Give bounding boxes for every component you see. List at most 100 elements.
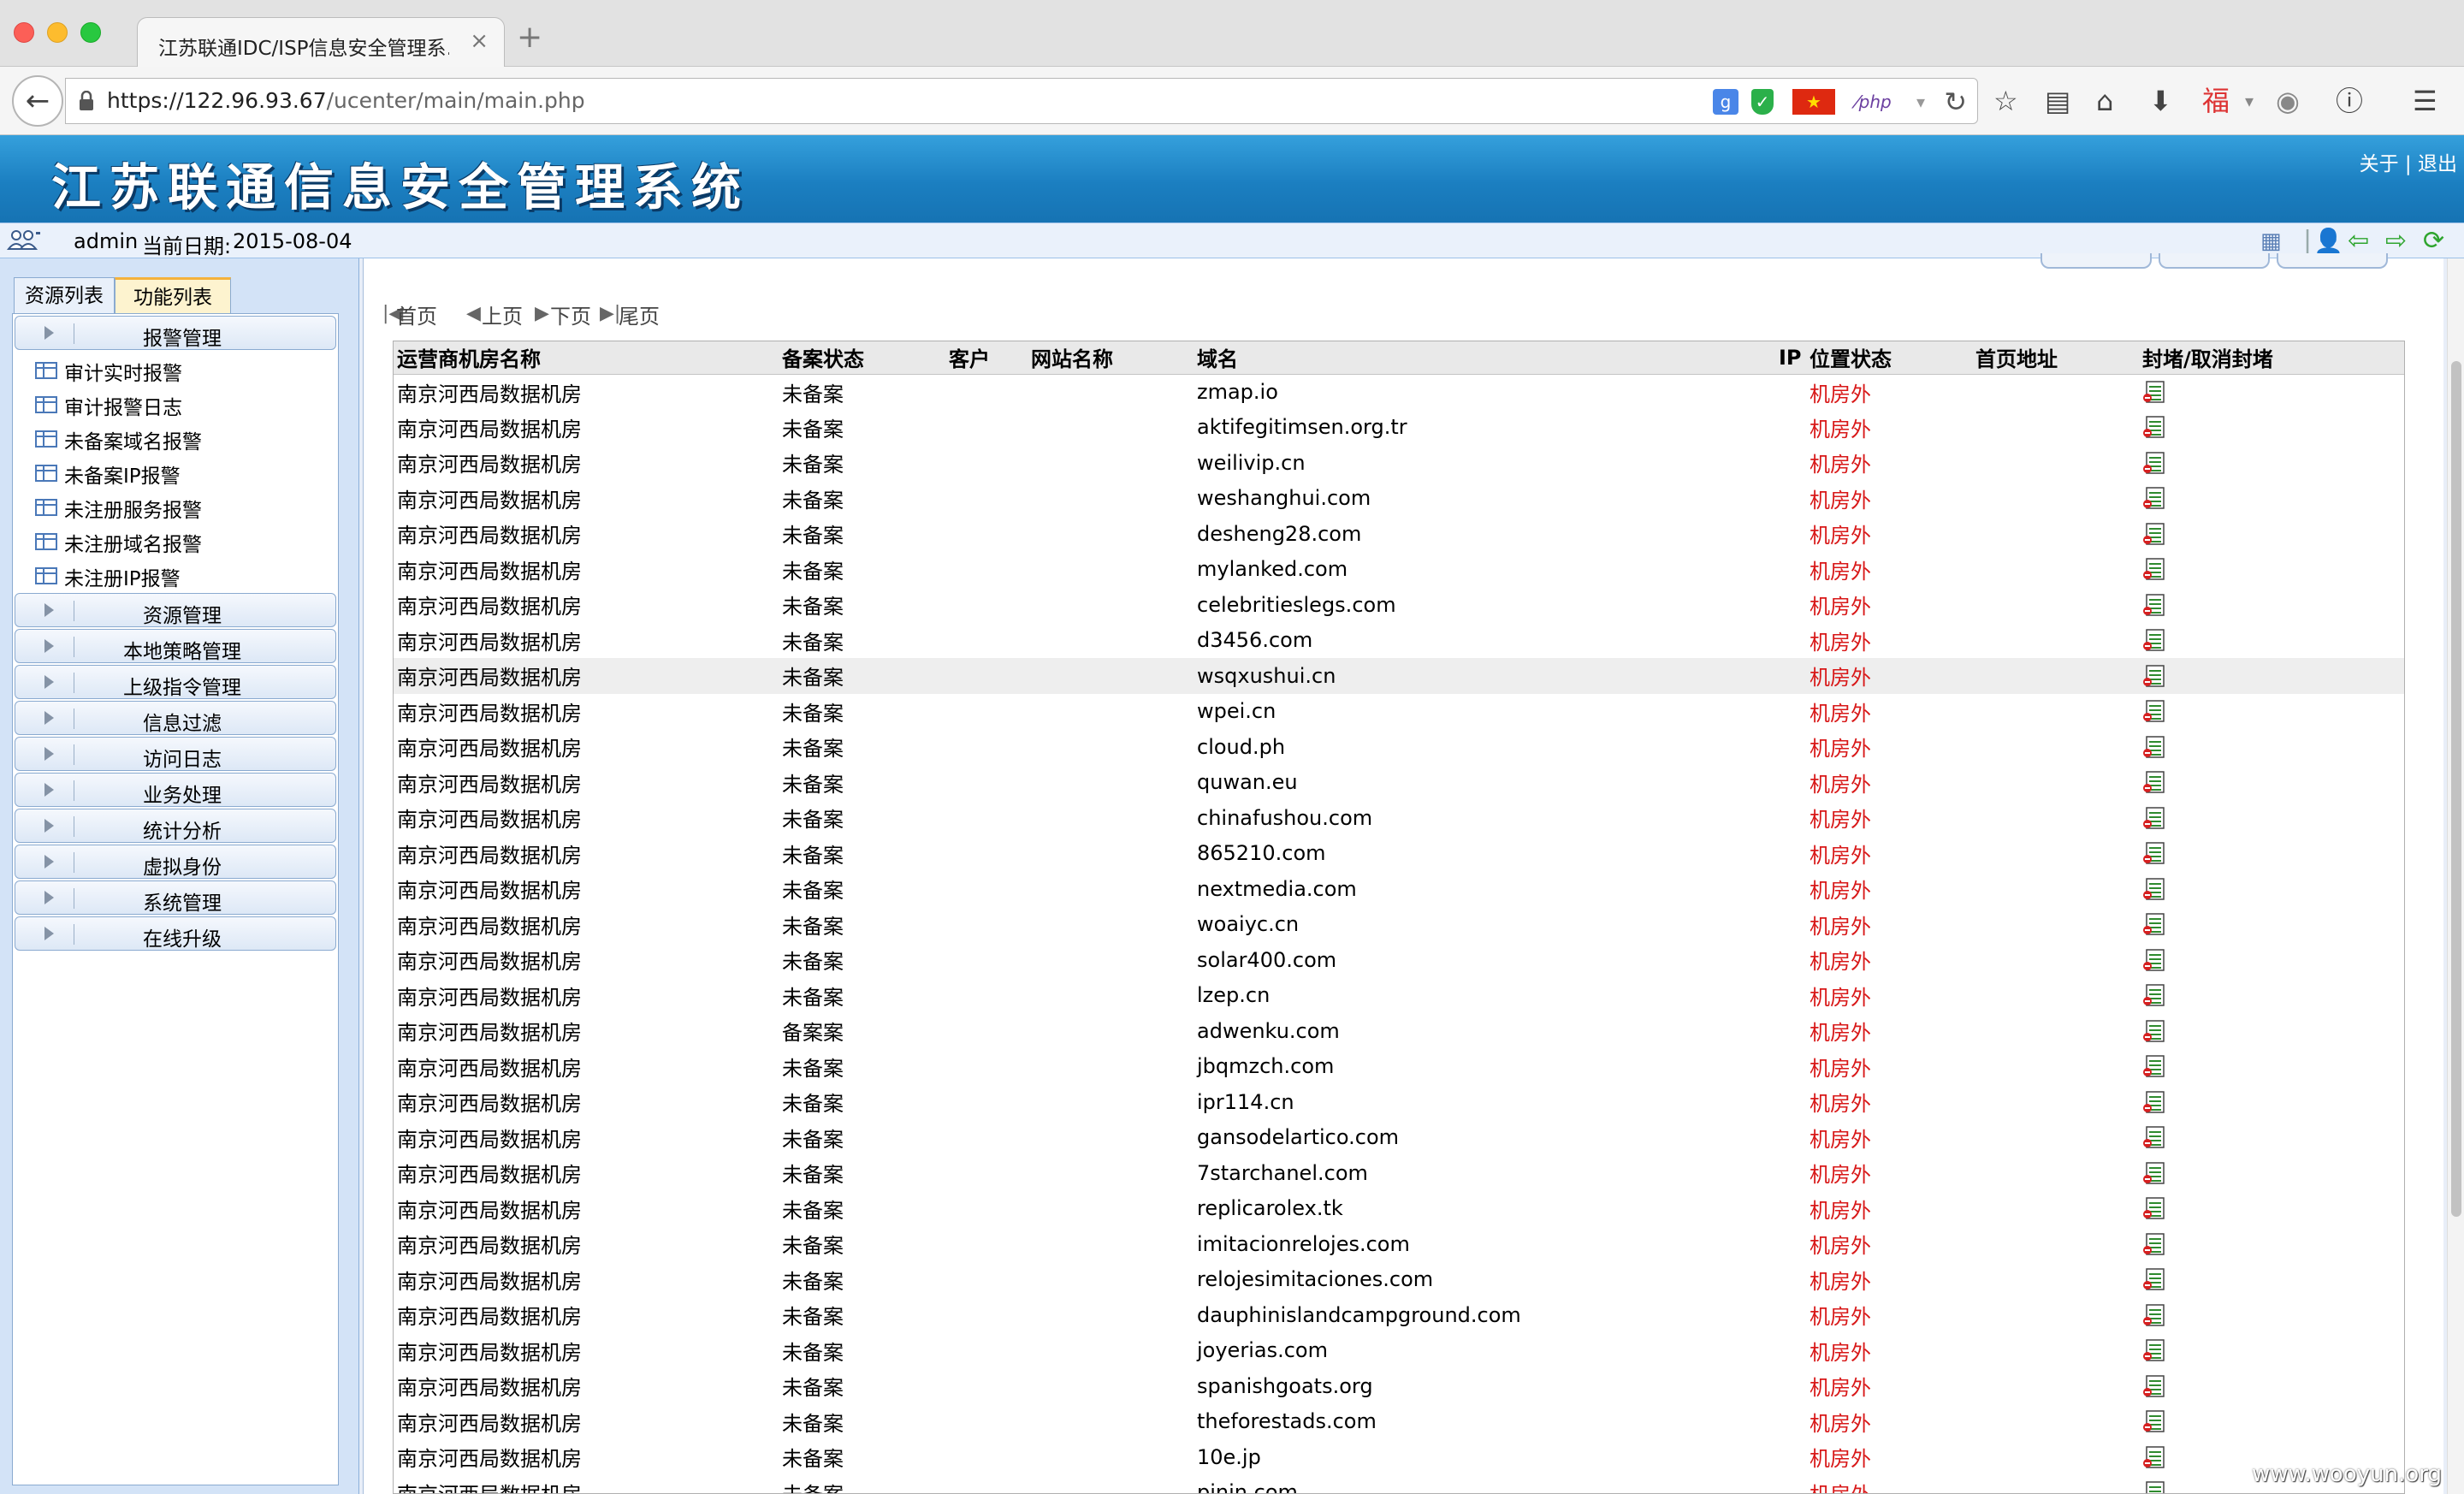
menu-group[interactable]: 本地策略管理 [15,629,336,663]
block-toggle-icon[interactable] [2142,627,2166,653]
block-toggle-icon[interactable] [2142,592,2166,618]
google-translate-icon[interactable]: g [1713,89,1738,115]
menu-hamburger-icon[interactable]: ☰ [2413,84,2437,118]
next-page-link[interactable]: 下页 [550,299,591,329]
table-row[interactable]: 南京河西局数据机房 未备案 wpei.cn 机房外 [394,694,2404,730]
column-header[interactable]: 封堵/取消封堵 [2139,341,2404,375]
menu-item[interactable]: 未注册服务报警 [13,489,338,523]
block-toggle-icon[interactable] [2142,1231,2166,1257]
menu-group[interactable]: 系统管理 [15,880,336,915]
block-toggle-icon[interactable] [2142,805,2166,831]
refresh-icon[interactable]: ⟳ [2423,227,2444,256]
column-header[interactable]: 备案状态 [779,341,945,375]
block-action-cell[interactable] [2139,942,2404,978]
block-toggle-icon[interactable] [2142,911,2166,937]
block-toggle-icon[interactable] [2142,1373,2166,1399]
table-row[interactable]: 南京河西局数据机房 未备案 quwan.eu 机房外 [394,765,2404,801]
url-text[interactable]: https://122.96.93.67/ucenter/main/main.p… [107,88,585,113]
block-action-cell[interactable] [2139,1297,2404,1333]
menu-item[interactable]: 未注册IP报警 [13,557,338,591]
reload-icon[interactable]: ↻ [1944,86,1967,118]
table-row[interactable]: 南京河西局数据机房 未备案 865210.com 机房外 [394,836,2404,872]
block-toggle-icon[interactable] [2142,379,2166,405]
block-action-cell[interactable] [2139,694,2404,730]
block-toggle-icon[interactable] [2142,1408,2166,1434]
block-toggle-icon[interactable] [2142,769,2166,795]
menu-group[interactable]: 信息过滤 [15,701,336,735]
block-toggle-icon[interactable] [2142,414,2166,440]
url-bar[interactable]: https://122.96.93.67/ucenter/main/main.p… [65,78,1978,124]
table-row[interactable]: 南京河西局数据机房 未备案 spanishgoats.org 机房外 [394,1368,2404,1404]
block-toggle-icon[interactable] [2142,1479,2166,1494]
menu-item[interactable]: 审计报警日志 [13,386,338,420]
scrollbar-thumb[interactable] [2451,361,2461,1217]
table-row[interactable]: 南京河西局数据机房 未备案 woaiyc.cn 机房外 [394,907,2404,943]
table-row[interactable]: 南京河西局数据机房 未备案 replicarolex.tk 机房外 [394,1191,2404,1227]
block-action-cell[interactable] [2139,658,2404,694]
block-action-cell[interactable] [2139,374,2404,410]
block-action-cell[interactable] [2139,1084,2404,1120]
toolbar-button-2[interactable] [2159,253,2270,269]
block-action-cell[interactable] [2139,1155,2404,1191]
php-extension-icon[interactable]: ⁄php [1844,89,1904,115]
browser-tab[interactable]: 江苏联通IDC/ISP信息安全管理系… × [137,17,505,68]
menu-group[interactable]: 业务处理 [15,773,336,807]
block-action-cell[interactable] [2139,445,2404,481]
table-row[interactable]: 南京河西局数据机房 未备案 dauphinislandcampground.com 机… [394,1297,2404,1333]
table-row[interactable]: 南京河西局数据机房 未备案 gansodelartico.com 机房外 [394,1120,2404,1156]
table-row[interactable]: 南京河西局数据机房 未备案 cloud.ph 机房外 [394,729,2404,765]
block-toggle-icon[interactable] [2142,556,2166,582]
table-row[interactable]: 南京河西局数据机房 未备案 weshanghui.com 机房外 [394,481,2404,517]
fortune-extension-icon[interactable]: 福 [2202,84,2230,118]
table-view-icon[interactable]: ▦ [2260,227,2282,256]
block-toggle-icon[interactable] [2142,1018,2166,1044]
table-row[interactable]: 南京河西局数据机房 未备案 solar400.com 机房外 [394,942,2404,978]
block-action-cell[interactable] [2139,907,2404,943]
block-toggle-icon[interactable] [2142,1089,2166,1115]
menu-group[interactable]: 虚拟身份 [15,845,336,879]
block-action-cell[interactable] [2139,1049,2404,1085]
menu-item[interactable]: 未注册域名报警 [13,523,338,557]
block-toggle-icon[interactable] [2142,1302,2166,1328]
window-zoom-button[interactable] [80,22,101,43]
block-toggle-icon[interactable] [2142,1195,2166,1221]
block-action-cell[interactable] [2139,410,2404,446]
table-row[interactable]: 南京河西局数据机房 未备案 desheng28.com 机房外 [394,516,2404,552]
user-profile-icon[interactable]: 👤 [2313,227,2343,256]
menu-group[interactable]: 资源管理 [15,593,336,627]
block-toggle-icon[interactable] [2142,450,2166,476]
column-header[interactable]: 首页地址 [1972,341,2139,375]
bookmark-star-icon[interactable]: ☆ [1993,84,2018,118]
block-toggle-icon[interactable] [2142,876,2166,902]
block-toggle-icon[interactable] [2142,840,2166,866]
block-action-cell[interactable] [2139,871,2404,907]
table-row[interactable]: 南京河西局数据机房 未备案 nextmedia.com 机房外 [394,871,2404,907]
table-row[interactable]: 南京河西局数据机房 未备案 weilivip.cn 机房外 [394,445,2404,481]
table-row[interactable]: 南京河西局数据机房 未备案 imitacionrelojes.com 机房外 [394,1226,2404,1262]
window-minimize-button[interactable] [47,22,68,43]
table-row[interactable]: 南京河西局数据机房 未备案 theforestads.com 机房外 [394,1404,2404,1440]
menu-item[interactable]: 未备案域名报警 [13,420,338,454]
window-close-button[interactable] [14,22,34,43]
column-header[interactable]: 位置状态 [1806,341,1972,375]
tab-resources[interactable]: 资源列表 [14,277,115,315]
last-page-link[interactable]: 尾页 [619,299,660,329]
block-action-cell[interactable] [2139,1404,2404,1440]
block-toggle-icon[interactable] [2142,1337,2166,1363]
block-action-cell[interactable] [2139,587,2404,623]
block-toggle-icon[interactable] [2142,521,2166,547]
block-action-cell[interactable] [2139,1368,2404,1404]
table-row[interactable]: 南京河西局数据机房 未备案 jbqmzch.com 机房外 [394,1049,2404,1085]
menu-item[interactable]: 审计实时报警 [13,352,338,386]
download-icon[interactable]: ⬇ [2149,84,2172,118]
block-toggle-icon[interactable] [2142,947,2166,973]
shield-icon[interactable]: ✓ [1751,89,1774,115]
table-row[interactable]: 南京河西局数据机房 未备案 wsqxushui.cn 机房外 [394,658,2404,694]
menu-group[interactable]: 上级指令管理 [15,665,336,699]
dropdown-arrow-icon[interactable]: ▾ [1910,89,1931,115]
block-toggle-icon[interactable] [2142,663,2166,689]
column-header[interactable]: 运营商机房名称 [394,341,779,375]
menu-item[interactable]: 未备案IP报警 [13,454,338,489]
tab-close-icon[interactable]: × [470,28,489,54]
reading-list-icon[interactable]: ▤ [2045,84,2070,118]
